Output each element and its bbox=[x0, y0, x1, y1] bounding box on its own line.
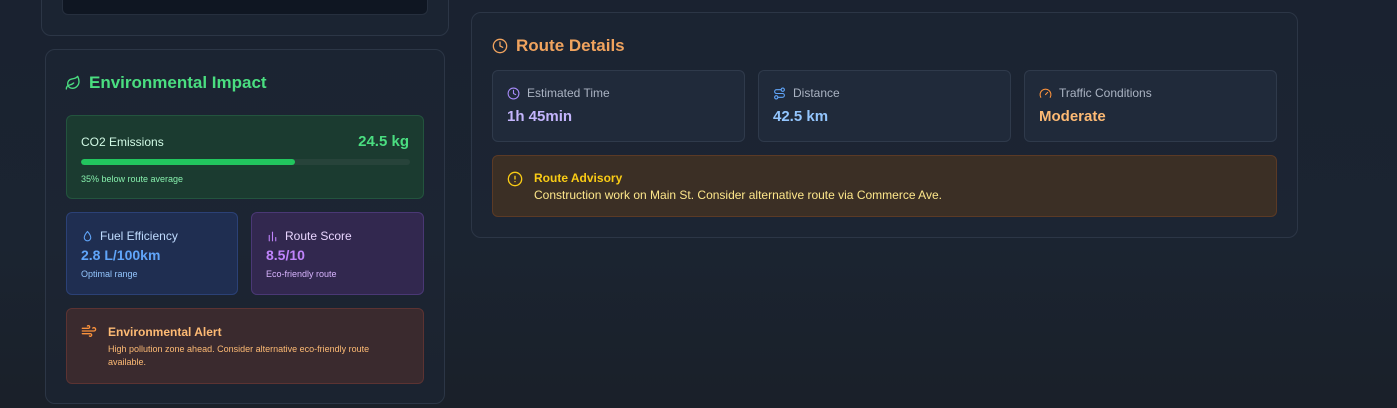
droplet-icon bbox=[81, 230, 94, 243]
environmental-impact-title-text: Environmental Impact bbox=[89, 73, 267, 92]
top-card bbox=[41, 0, 449, 36]
co2-emissions-label: CO2 Emissions bbox=[81, 135, 164, 149]
route-score-panel: Route Score 8.5/10 Eco-friendly route bbox=[251, 212, 424, 295]
traffic-conditions-label: Traffic Conditions bbox=[1059, 86, 1152, 100]
top-card-panel bbox=[62, 0, 428, 15]
leaf-icon bbox=[65, 75, 81, 91]
environmental-alert-panel: Environmental Alert High pollution zone … bbox=[66, 308, 424, 384]
distance-stat: Distance 42.5 km bbox=[758, 70, 1011, 142]
co2-emissions-panel: CO2 Emissions 24.5 kg 35% below route av… bbox=[66, 115, 424, 199]
fuel-efficiency-header: Fuel Efficiency bbox=[81, 229, 178, 243]
co2-progress-fill bbox=[81, 159, 295, 165]
environmental-alert-text: High pollution zone ahead. Consider alte… bbox=[108, 344, 370, 367]
gauge-icon bbox=[1039, 87, 1052, 100]
co2-emissions-note: 35% below route average bbox=[81, 174, 184, 184]
route-advisory-text: Construction work on Main St. Consider a… bbox=[534, 188, 942, 202]
distance-header: Distance bbox=[773, 86, 840, 100]
clock-icon bbox=[507, 87, 520, 100]
route-details-card: Route Details Estimated Time 1h 45min Di… bbox=[471, 12, 1298, 238]
fuel-efficiency-panel: Fuel Efficiency 2.8 L/100km Optimal rang… bbox=[66, 212, 238, 295]
co2-emissions-value: 24.5 kg bbox=[358, 133, 409, 150]
fuel-efficiency-label: Fuel Efficiency bbox=[100, 229, 178, 243]
route-advisory-title: Route Advisory bbox=[534, 171, 623, 185]
distance-value: 42.5 km bbox=[773, 108, 829, 125]
estimated-time-stat: Estimated Time 1h 45min bbox=[492, 70, 745, 142]
environmental-impact-card: Environmental Impact CO2 Emissions 24.5 … bbox=[45, 49, 445, 404]
clock-icon bbox=[492, 38, 508, 54]
co2-progress-track bbox=[81, 159, 410, 165]
route-score-value: 8.5/10 bbox=[266, 247, 305, 263]
route-icon bbox=[773, 87, 786, 100]
environmental-alert-title: Environmental Alert bbox=[108, 325, 222, 339]
fuel-efficiency-note: Optimal range bbox=[81, 269, 138, 279]
distance-label: Distance bbox=[793, 86, 840, 100]
route-details-title-text: Route Details bbox=[516, 36, 625, 55]
route-score-header: Route Score bbox=[266, 229, 352, 243]
traffic-conditions-value: Moderate bbox=[1039, 108, 1106, 125]
estimated-time-header: Estimated Time bbox=[507, 86, 610, 100]
wind-icon bbox=[81, 323, 97, 339]
route-advisory-panel: Route Advisory Construction work on Main… bbox=[492, 155, 1277, 217]
fuel-efficiency-value: 2.8 L/100km bbox=[81, 247, 161, 263]
estimated-time-value: 1h 45min bbox=[507, 108, 573, 125]
route-details-title: Route Details bbox=[492, 36, 625, 56]
environmental-impact-title: Environmental Impact bbox=[65, 73, 267, 93]
estimated-time-label: Estimated Time bbox=[527, 86, 610, 100]
traffic-conditions-header: Traffic Conditions bbox=[1039, 86, 1152, 100]
traffic-conditions-stat: Traffic Conditions Moderate bbox=[1024, 70, 1277, 142]
route-score-note: Eco-friendly route bbox=[266, 269, 337, 279]
bar-chart-icon bbox=[266, 230, 279, 243]
alert-circle-icon bbox=[507, 171, 523, 187]
route-score-label: Route Score bbox=[285, 229, 352, 243]
